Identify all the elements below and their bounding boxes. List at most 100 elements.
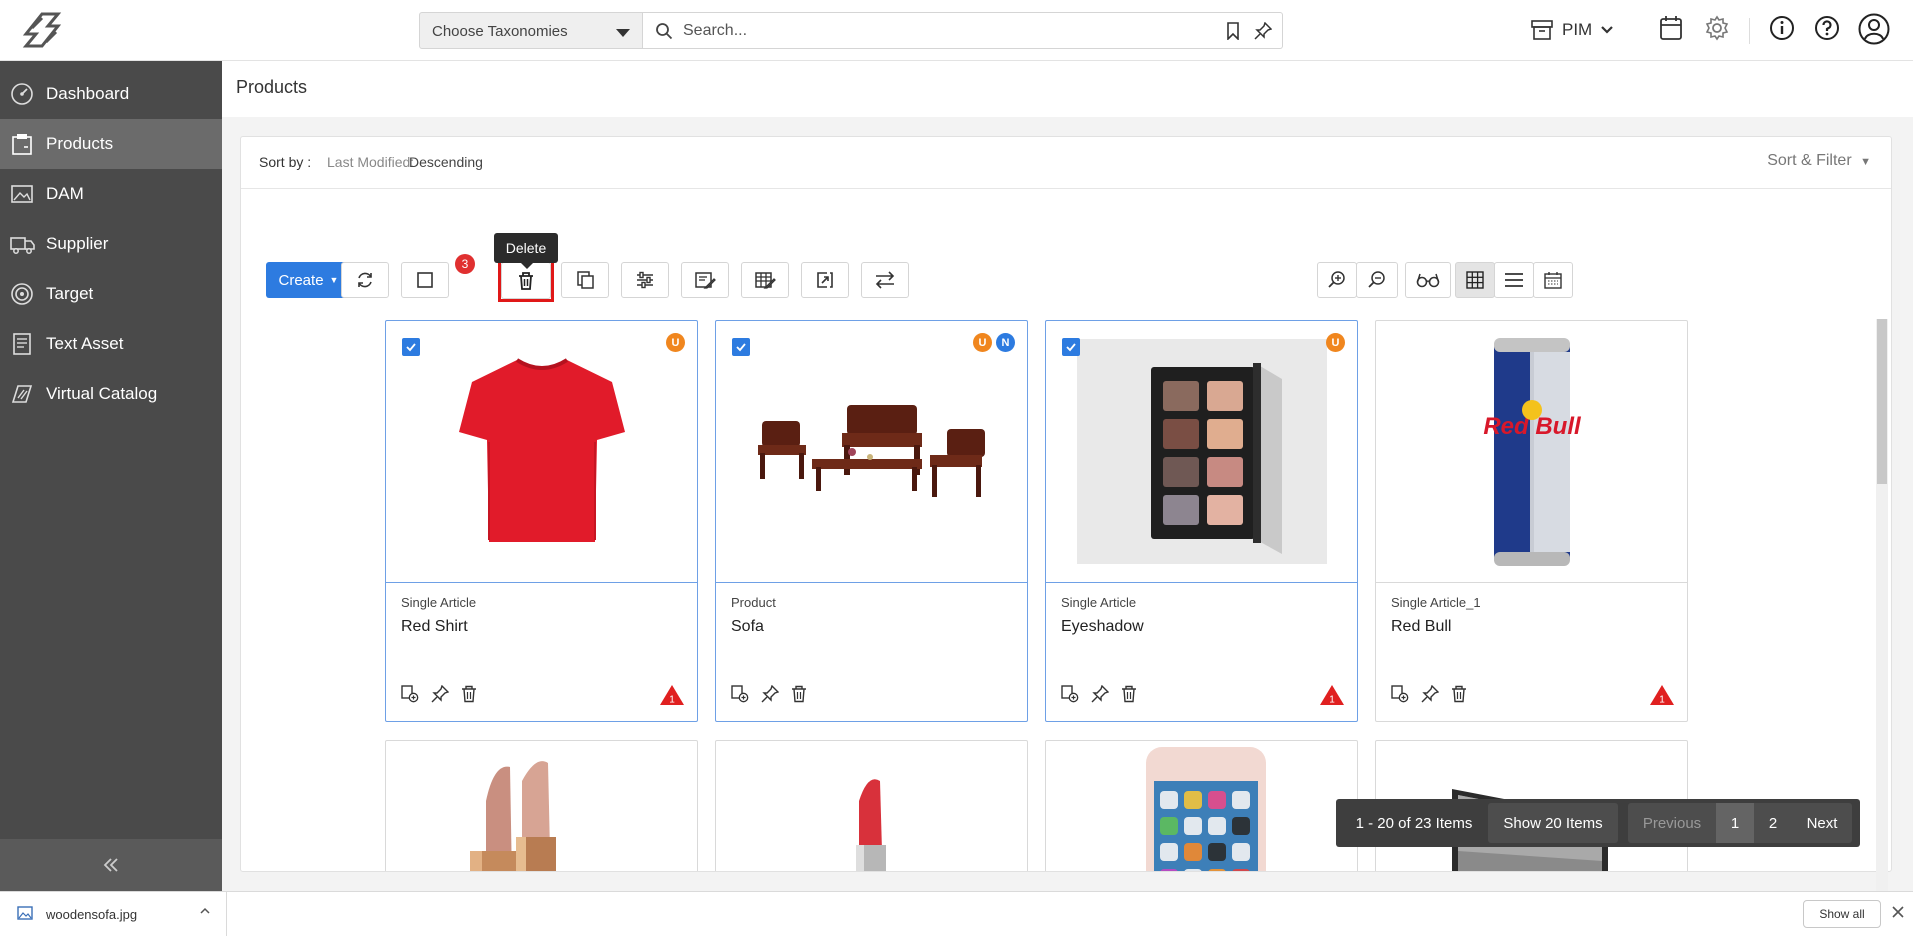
sort-filter-label: Sort & Filter bbox=[1767, 152, 1852, 169]
chevron-down-icon bbox=[616, 29, 630, 37]
image-icon bbox=[11, 185, 33, 203]
sidebar-item-label: Dashboard bbox=[46, 84, 130, 103]
copy-add-icon[interactable] bbox=[731, 685, 749, 703]
card-checkbox[interactable] bbox=[1062, 338, 1080, 356]
preview-button[interactable] bbox=[1405, 262, 1451, 298]
sidebar-item-products[interactable]: Products bbox=[0, 119, 222, 169]
calendar-box-icon[interactable] bbox=[1659, 15, 1683, 41]
edit-table-button[interactable] bbox=[741, 262, 789, 298]
zoom-in-icon bbox=[1328, 271, 1345, 288]
page-size-button[interactable]: Show 20 Items bbox=[1488, 803, 1618, 843]
edit-list-button[interactable] bbox=[681, 262, 729, 298]
delete-tooltip: Delete bbox=[494, 233, 558, 269]
module-switcher[interactable]: PIM bbox=[1530, 14, 1614, 46]
product-type: Single Article bbox=[1061, 595, 1137, 610]
product-image bbox=[716, 321, 1027, 583]
zoom-out-button[interactable] bbox=[1356, 262, 1398, 298]
pin-icon[interactable] bbox=[1421, 685, 1439, 703]
product-card[interactable] bbox=[1045, 740, 1358, 871]
sidebar-item-dam[interactable]: DAM bbox=[0, 169, 222, 219]
page-1-button[interactable]: 1 bbox=[1716, 803, 1754, 843]
products-icon bbox=[12, 134, 32, 155]
scrollbar-thumb[interactable] bbox=[1877, 319, 1887, 484]
card-checkbox[interactable] bbox=[732, 338, 750, 356]
pin-icon[interactable] bbox=[1254, 22, 1272, 40]
red-shirt-image bbox=[458, 357, 625, 542]
bookmark-icon[interactable] bbox=[1226, 22, 1240, 40]
product-card[interactable]: Red Bull Single Article_1 Red Bull 1 bbox=[1375, 320, 1688, 722]
select-all-button[interactable] bbox=[401, 262, 449, 298]
sort-row: Sort by : Last Modified: Descending Sort… bbox=[241, 137, 1891, 189]
sidebar-item-text-asset[interactable]: Text Asset bbox=[0, 319, 222, 369]
pin-icon[interactable] bbox=[1091, 685, 1109, 703]
sidebar-item-label: DAM bbox=[46, 184, 84, 203]
page-2-button[interactable]: 2 bbox=[1754, 803, 1792, 843]
app-logo-icon[interactable] bbox=[20, 12, 68, 48]
grid-view-icon bbox=[1466, 271, 1484, 289]
sidebar-item-supplier[interactable]: Supplier bbox=[0, 219, 222, 269]
sidebar-item-label: Text Asset bbox=[46, 334, 124, 353]
info-icon[interactable] bbox=[1769, 15, 1795, 41]
zoom-in-button[interactable] bbox=[1317, 262, 1357, 298]
settings-gear-icon[interactable] bbox=[1704, 15, 1730, 41]
double-chevron-left-icon bbox=[103, 858, 118, 872]
list-view-button[interactable] bbox=[1494, 262, 1534, 298]
product-type: Single Article_1 bbox=[1391, 595, 1481, 610]
trash-icon[interactable] bbox=[1451, 685, 1467, 703]
trash-icon[interactable] bbox=[1121, 685, 1137, 703]
checkbox-icon bbox=[417, 272, 433, 288]
show-all-downloads-button[interactable]: Show all bbox=[1803, 900, 1881, 928]
pin-icon[interactable] bbox=[761, 685, 779, 703]
product-card[interactable] bbox=[385, 740, 698, 871]
copy-add-icon[interactable] bbox=[1391, 685, 1409, 703]
chevron-up-icon[interactable] bbox=[199, 905, 211, 917]
vertical-scrollbar[interactable] bbox=[1876, 319, 1888, 929]
grid-view-button[interactable] bbox=[1455, 262, 1495, 298]
image-file-icon bbox=[17, 906, 33, 920]
product-card[interactable]: U Single Article Eyeshadow 1 bbox=[1045, 320, 1358, 722]
help-icon[interactable] bbox=[1814, 15, 1840, 41]
copy-add-icon[interactable] bbox=[1061, 685, 1079, 703]
sort-filter-button[interactable]: Sort & Filter ▼ bbox=[1767, 152, 1871, 170]
product-card[interactable] bbox=[715, 740, 1028, 871]
product-image bbox=[386, 321, 697, 583]
product-image bbox=[1046, 321, 1357, 583]
warning-icon[interactable]: 1 bbox=[1649, 683, 1675, 707]
create-button[interactable]: Create ▼ bbox=[266, 262, 351, 298]
updated-flag: U bbox=[666, 333, 685, 352]
sidebar-item-target[interactable]: Target bbox=[0, 269, 222, 319]
warning-icon[interactable]: 1 bbox=[659, 683, 685, 707]
refresh-button[interactable] bbox=[341, 262, 389, 298]
close-icon[interactable] bbox=[1891, 905, 1905, 919]
card-checkbox[interactable] bbox=[402, 338, 420, 356]
sidebar-item-virtual-catalog[interactable]: Virtual Catalog bbox=[0, 369, 222, 419]
search-box bbox=[643, 12, 1283, 49]
trash-icon[interactable] bbox=[461, 685, 477, 703]
sidebar-item-label: Products bbox=[46, 134, 114, 153]
product-name: Eyeshadow bbox=[1061, 618, 1144, 635]
search-input[interactable] bbox=[683, 20, 1183, 42]
sidebar-item-label: Supplier bbox=[46, 234, 109, 253]
user-avatar-icon[interactable] bbox=[1858, 13, 1890, 45]
sort-order-select[interactable]: Descending bbox=[409, 154, 483, 170]
pin-icon[interactable] bbox=[431, 685, 449, 703]
warning-icon[interactable]: 1 bbox=[1319, 683, 1345, 707]
sidebar-item-dashboard[interactable]: Dashboard bbox=[0, 69, 222, 119]
export-button[interactable] bbox=[801, 262, 849, 298]
download-item[interactable]: woodensofa.jpg bbox=[0, 892, 227, 936]
calendar-view-button[interactable] bbox=[1533, 262, 1573, 298]
glasses-icon bbox=[1416, 273, 1440, 288]
trash-icon[interactable] bbox=[791, 685, 807, 703]
products-panel: Sort by : Last Modified: Descending Sort… bbox=[240, 136, 1892, 872]
duplicate-button[interactable] bbox=[561, 262, 609, 298]
bulk-edit-button[interactable] bbox=[621, 262, 669, 298]
product-card[interactable]: U Single Article Red Shirt 1 bbox=[385, 320, 698, 722]
previous-page-button[interactable]: Previous bbox=[1628, 803, 1716, 843]
sidebar-collapse-button[interactable] bbox=[0, 839, 222, 891]
product-card[interactable]: U N Product Sofa bbox=[715, 320, 1028, 722]
taxonomy-select[interactable]: Choose Taxonomies bbox=[419, 12, 643, 49]
next-page-button[interactable]: Next bbox=[1792, 803, 1852, 843]
copy-add-icon[interactable] bbox=[401, 685, 419, 703]
copy-icon bbox=[577, 271, 594, 289]
transfer-button[interactable] bbox=[861, 262, 909, 298]
